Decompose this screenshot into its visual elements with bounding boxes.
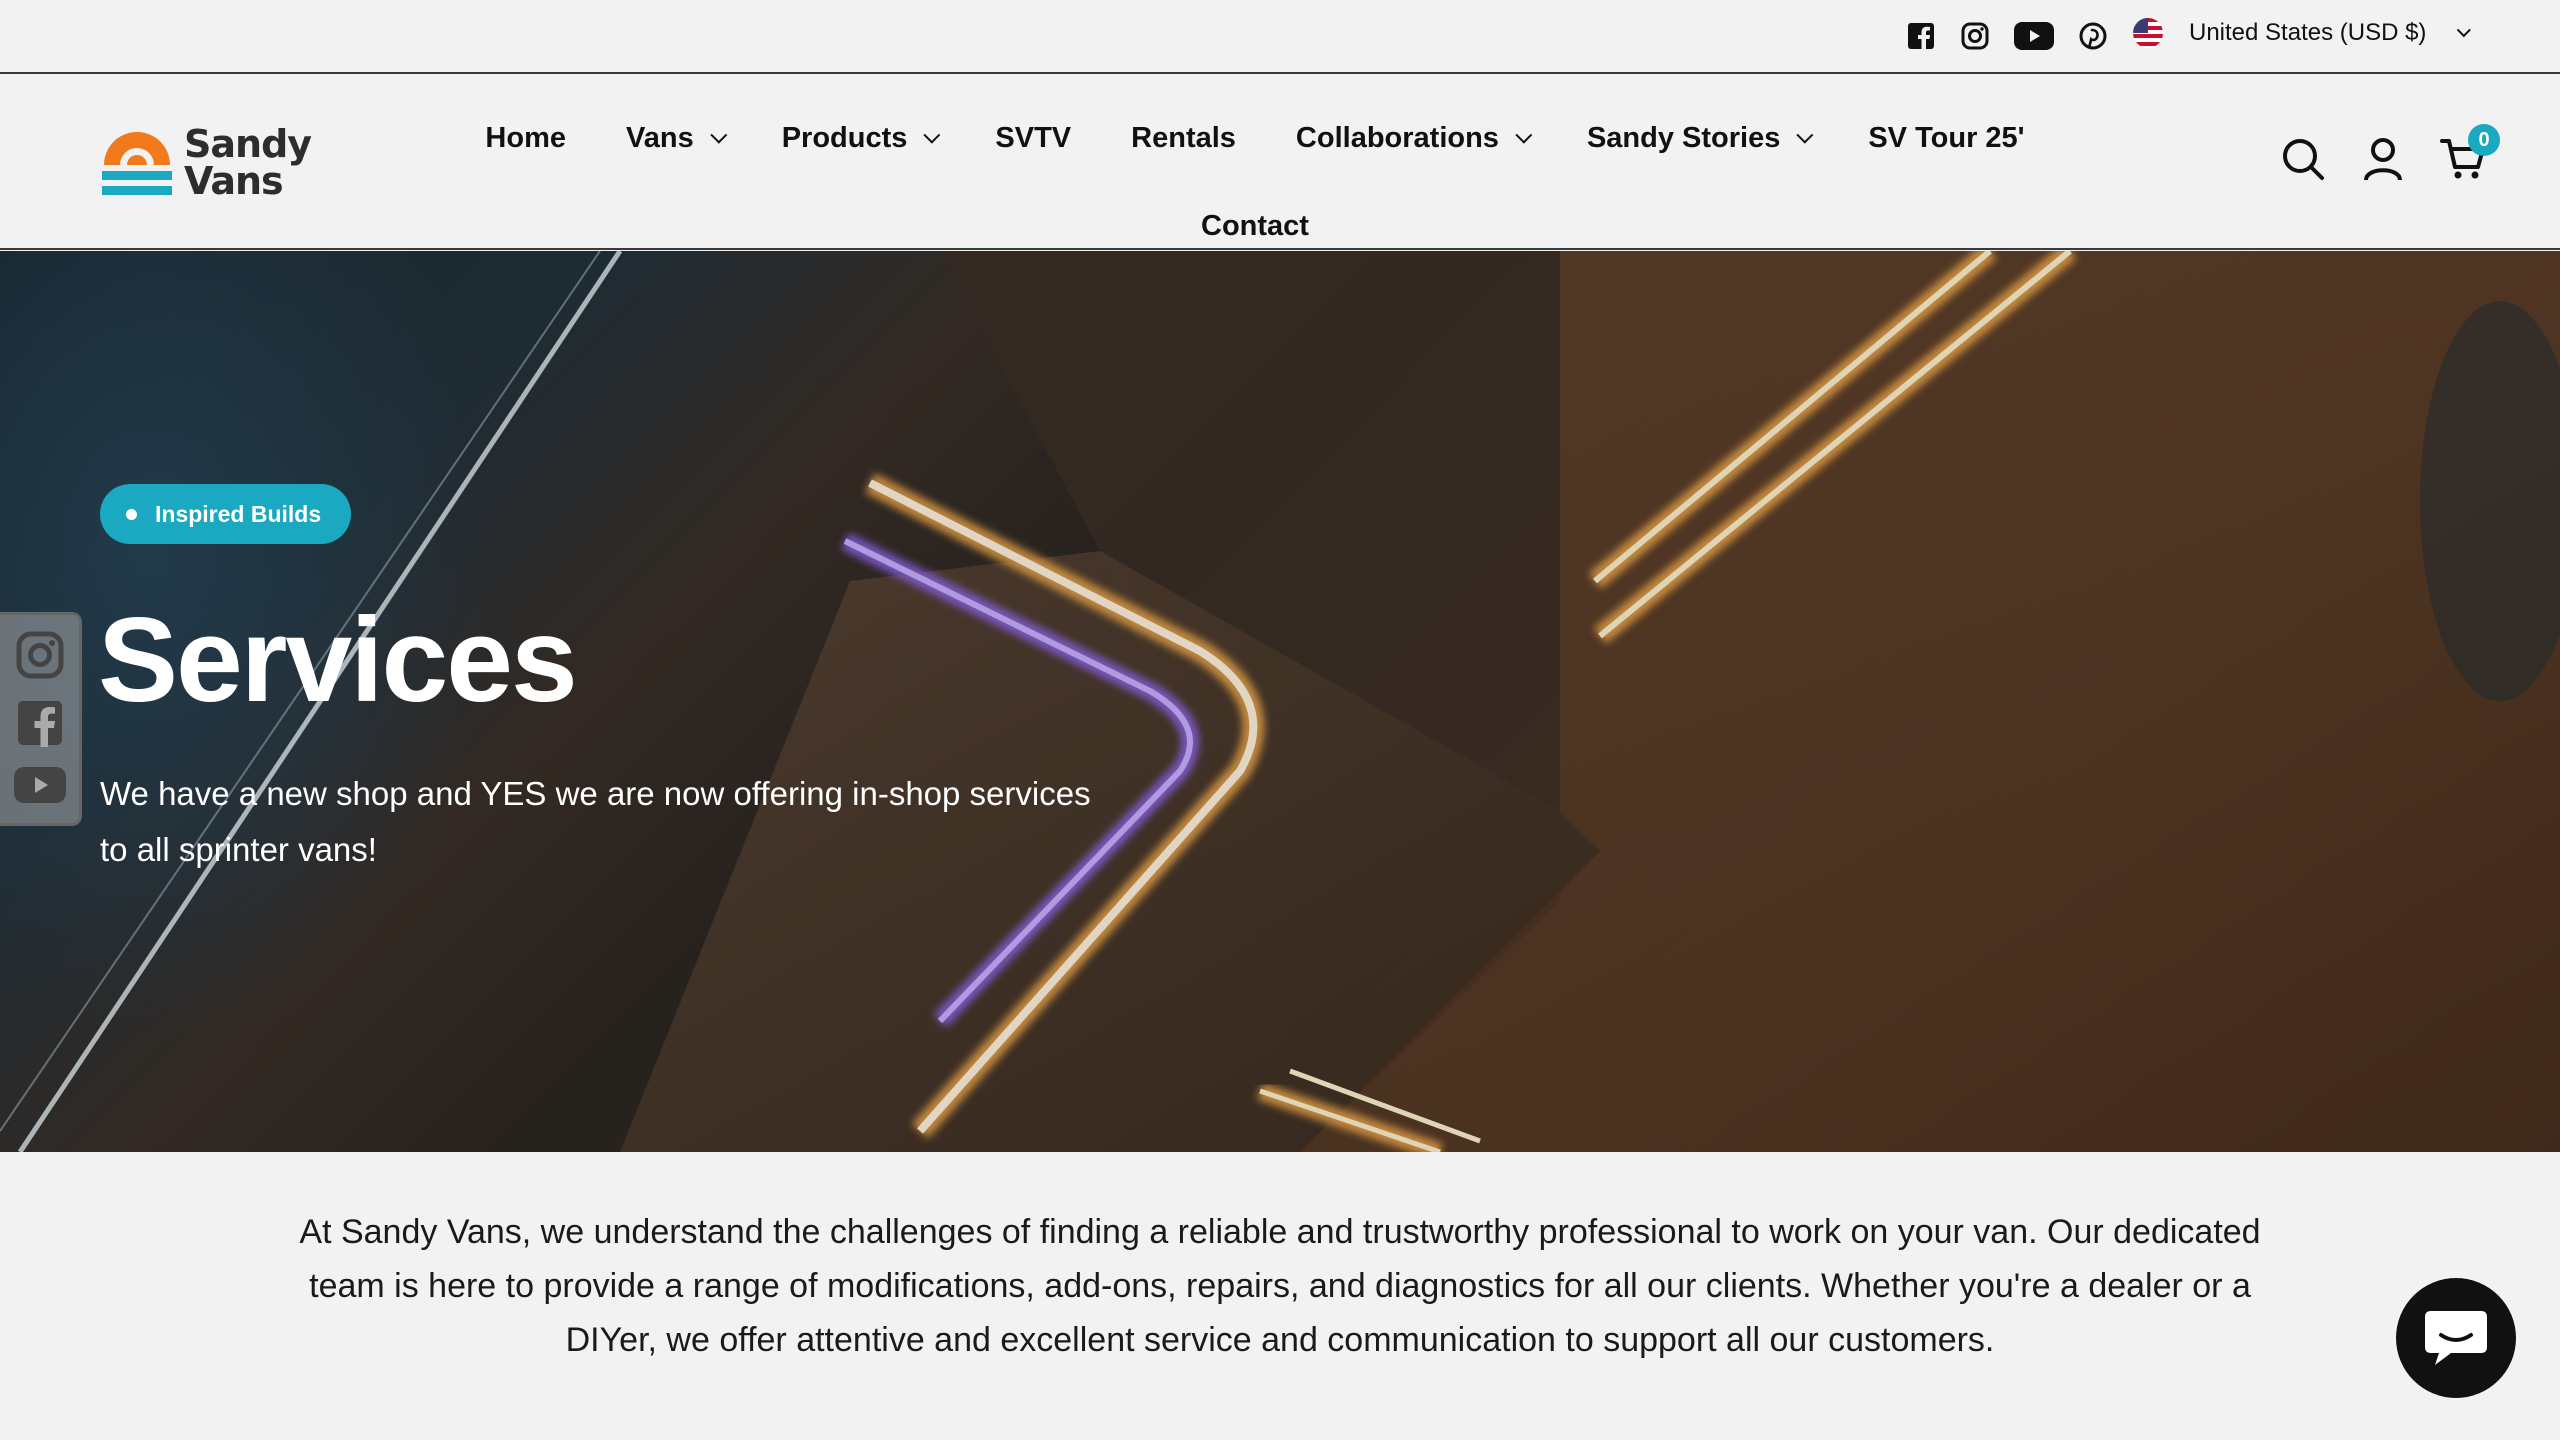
nav-label: Vans	[626, 121, 694, 154]
nav-item-svtv[interactable]: SVTV	[995, 94, 1071, 182]
chevron-down-icon	[923, 126, 941, 144]
youtube-icon[interactable]	[2013, 20, 2055, 52]
top-utility-bar: United States (USD $)	[0, 0, 2560, 74]
main-nav: Home Vans Products SVTV Rentals Collabor…	[470, 94, 2040, 270]
nav-item-products[interactable]: Products	[781, 94, 941, 182]
chat-bubble-icon	[2425, 1311, 2487, 1365]
page-title: Services	[98, 593, 578, 727]
chevron-down-icon	[1515, 126, 1533, 144]
search-icon[interactable]	[2280, 136, 2326, 182]
nav-label: Sandy Stories	[1586, 121, 1781, 154]
floating-social-sidebar	[0, 612, 82, 826]
hero-badge: Inspired Builds	[100, 484, 352, 544]
nav-label: Rentals	[1131, 121, 1236, 154]
hero-subtitle: We have a new shop and YES we are now of…	[100, 775, 1091, 868]
chevron-down-icon	[1796, 126, 1814, 144]
instagram-icon[interactable]	[1959, 20, 1991, 52]
nav-item-collaborations[interactable]: Collaborations	[1295, 94, 1533, 182]
logo-mark-icon	[102, 132, 172, 195]
chat-button[interactable]	[2396, 1278, 2516, 1398]
nav-item-home[interactable]: Home	[485, 94, 566, 182]
cart-count-badge: 0	[2468, 124, 2500, 156]
header-actions: 0	[2280, 124, 2500, 182]
badge-dot	[126, 508, 137, 520]
nav-label: Products	[781, 121, 908, 154]
nav-label: SVTV	[995, 121, 1072, 154]
account-icon[interactable]	[2360, 136, 2406, 182]
logo-line-2: Vans	[184, 159, 284, 203]
services-intro-text: At Sandy Vans, we understand the challen…	[299, 1213, 2261, 1359]
logo-line-1: Sandy	[184, 122, 312, 166]
nav-label: Collaborations	[1295, 121, 1499, 154]
chevron-down-icon	[710, 126, 728, 144]
nav-label: SV Tour 25'	[1868, 121, 2025, 154]
pinterest-icon[interactable]	[2077, 20, 2109, 52]
logo-wordmark: Sandy Vans	[184, 122, 312, 203]
cart-icon[interactable]: 0	[2440, 124, 2500, 182]
facebook-icon[interactable]	[1905, 20, 1937, 52]
site-header: Sandy Vans Home Vans Products SVTV Renta…	[0, 74, 2560, 250]
nav-item-vans[interactable]: Vans	[626, 94, 728, 182]
nav-label: Home	[485, 121, 566, 154]
youtube-icon[interactable]	[13, 766, 66, 808]
nav-item-sv-tour[interactable]: SV Tour 25'	[1868, 94, 2024, 182]
us-flag-icon	[2133, 18, 2163, 48]
nav-item-rentals[interactable]: Rentals	[1131, 94, 1236, 182]
hero-banner: Inspired Builds Services We have a new s…	[0, 251, 2560, 1152]
logo[interactable]: Sandy Vans	[100, 122, 312, 203]
instagram-icon[interactable]	[16, 631, 64, 684]
nav-item-sandy-stories[interactable]: Sandy Stories	[1586, 94, 1814, 182]
country-selector[interactable]: United States (USD $)	[2133, 18, 2472, 48]
chevron-down-icon	[2457, 23, 2472, 38]
nav-label: Contact	[1201, 209, 1309, 242]
top-social-links	[1905, 20, 2109, 52]
hero-badge-label: Inspired Builds	[155, 500, 322, 527]
facebook-icon[interactable]	[16, 699, 64, 752]
country-label: United States (USD $)	[2189, 19, 2427, 46]
